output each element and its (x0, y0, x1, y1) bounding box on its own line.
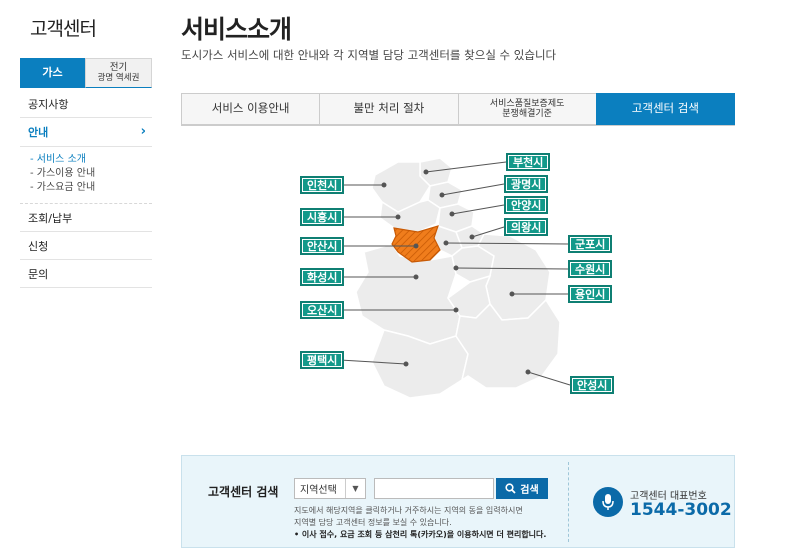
tab-service-usage[interactable]: 서비스 이용안내 (181, 93, 320, 125)
tab-center-search[interactable]: 고객센터 검색 (595, 93, 735, 125)
region-label-osan[interactable]: 오산시 (300, 301, 345, 319)
search-help-line1: 지도에서 해당지역을 클릭하거나 거주하시는 지역의 동을 입력하시면 (294, 506, 523, 515)
search-help: 지도에서 해당지역을 클릭하거나 거주하시는 지역의 동을 입력하시면 지역별 … (294, 505, 564, 541)
sidebar-tab-electric-label: 전기 (109, 62, 128, 74)
region-label-incheon[interactable]: 인천시 (300, 176, 345, 194)
search-help-line2: 지역별 담당 고객센터 정보를 보실 수 있습니다. (294, 518, 452, 527)
region-label-anseong[interactable]: 안성시 (570, 376, 615, 394)
tab-label: 고객센터 검색 (631, 101, 699, 116)
search-help-note: • 이사 접수, 요금 조회 등 삼천리 톡(카카오)을 이용하시면 더 편리합… (294, 530, 547, 539)
region-map: 부천시 인천시 광명시 시흥시 안양시 의왕시 안산시 군포시 수원시 화성시 … (280, 140, 620, 440)
sidebar-item-apply[interactable]: 신청 (20, 232, 152, 260)
leader-dot-anyang (449, 211, 455, 217)
region-select[interactable]: 지역선택 ▼ (294, 478, 366, 499)
representative-number: 1544-3002 (630, 500, 732, 520)
chevron-right-icon: › (140, 124, 146, 139)
leader-dot-uiwang (469, 234, 475, 240)
sidebar-item-inquiry-payment[interactable]: 조회/납부 (20, 204, 152, 232)
region-label-bucheon[interactable]: 부천시 (506, 153, 551, 171)
sidebar-item-question[interactable]: 문의 (20, 260, 152, 288)
sidebar-tabs: 가스 전기 광명 역세권 (20, 58, 152, 88)
tab-complaint-procedure[interactable]: 불만 처리 절차 (319, 93, 458, 125)
region-label-suwon[interactable]: 수원시 (568, 260, 613, 278)
tab-label: 불만 처리 절차 (353, 101, 425, 116)
leader-dot-gunpo (443, 240, 449, 246)
sidebar-tab-electric-sub: 광명 역세권 (97, 72, 140, 83)
tab-label: 서비스품질보증제도 (489, 98, 565, 109)
tab-sublabel: 분쟁해결기준 (502, 109, 552, 119)
region-label-ansan[interactable]: 안산시 (300, 237, 345, 255)
sidebar-item-notice[interactable]: 공지사항 (20, 90, 152, 118)
region-label-uiwang[interactable]: 의왕시 (504, 218, 549, 236)
leader-dot-anseong (525, 369, 531, 375)
search-title: 고객센터 검색 (208, 485, 279, 499)
sidebar-item-guide[interactable]: 안내 › (20, 118, 152, 146)
sidebar-item-label: 문의 (28, 267, 49, 281)
submenu-item-gas-rate[interactable]: - 가스요금 안내 (30, 181, 152, 195)
leader-dot-hwaseong (413, 274, 419, 280)
content-tabs: 서비스 이용안내 불만 처리 절차 서비스품질보증제도 분쟁해결기준 고객센터 … (181, 93, 735, 126)
leader-dot-incheon (381, 182, 387, 188)
leader-dot-ansan (413, 243, 419, 249)
caret-down-icon[interactable]: ▼ (345, 479, 365, 498)
region-select-value: 지역선택 (300, 485, 337, 496)
region-label-pyeongtaek[interactable]: 평택시 (300, 351, 345, 369)
search-icon (505, 483, 516, 494)
sidebar-title: 고객센터 (30, 18, 97, 40)
microphone-icon-svg (602, 494, 614, 510)
leader-dot-gwangmyeong (439, 192, 445, 198)
search-button[interactable]: 검색 (496, 478, 548, 499)
sidebar-item-label: 조회/납부 (28, 211, 73, 225)
microphone-icon (593, 487, 623, 517)
region-label-hwaseong[interactable]: 화성시 (300, 268, 345, 286)
search-input[interactable] (374, 478, 494, 499)
submenu-item-gas-usage[interactable]: - 가스이용 안내 (30, 167, 152, 181)
region-shape-pyeongtaek[interactable] (371, 329, 469, 399)
sidebar-item-label: 신청 (28, 239, 49, 253)
search-button-label: 검색 (520, 485, 539, 496)
region-label-yongin[interactable]: 용인시 (568, 285, 613, 303)
page-title: 서비스소개 (181, 15, 292, 44)
region-label-gwangmyeong[interactable]: 광명시 (504, 175, 549, 193)
sidebar-tab-gas[interactable]: 가스 (20, 58, 85, 88)
leader-dot-bucheon (423, 169, 429, 175)
sidebar-menu: 공지사항 안내 › - 서비스 소개 - 가스이용 안내 - 가스요금 안내 조… (20, 90, 152, 288)
sidebar-item-label: 공지사항 (28, 97, 69, 111)
sidebar-item-label: 안내 (28, 126, 49, 139)
leader-dot-osan (453, 307, 459, 313)
leader-dot-pyeongtaek (403, 361, 409, 367)
page-description: 도시가스 서비스에 대한 안내와 각 지역별 담당 고객센터를 찾으실 수 있습… (181, 48, 557, 62)
center-search-panel: 고객센터 검색 지역선택 ▼ 검색 지도에서 해당지역을 클릭하거나 거주하시는… (181, 455, 735, 548)
tab-quality-guarantee[interactable]: 서비스품질보증제도 분쟁해결기준 (457, 93, 596, 125)
leader-dot-siheung (395, 214, 401, 220)
sidebar-tab-electric[interactable]: 전기 광명 역세권 (85, 58, 152, 88)
tab-label: 서비스 이용안내 (211, 101, 290, 116)
sidebar: 고객센터 가스 전기 광명 역세권 공지사항 안내 › - 서비스 소개 - 가… (20, 0, 152, 550)
sidebar-tab-gas-label: 가스 (42, 65, 63, 79)
sidebar-submenu: - 서비스 소개 - 가스이용 안내 - 가스요금 안내 (20, 146, 152, 204)
region-label-anyang[interactable]: 안양시 (504, 196, 549, 214)
panel-divider (568, 462, 569, 542)
leader-dot-suwon (453, 265, 459, 271)
leader-dot-yongin (509, 291, 515, 297)
region-label-siheung[interactable]: 시흥시 (300, 208, 345, 226)
submenu-item-service-intro[interactable]: - 서비스 소개 (30, 153, 152, 167)
region-label-gunpo[interactable]: 군포시 (568, 235, 613, 253)
